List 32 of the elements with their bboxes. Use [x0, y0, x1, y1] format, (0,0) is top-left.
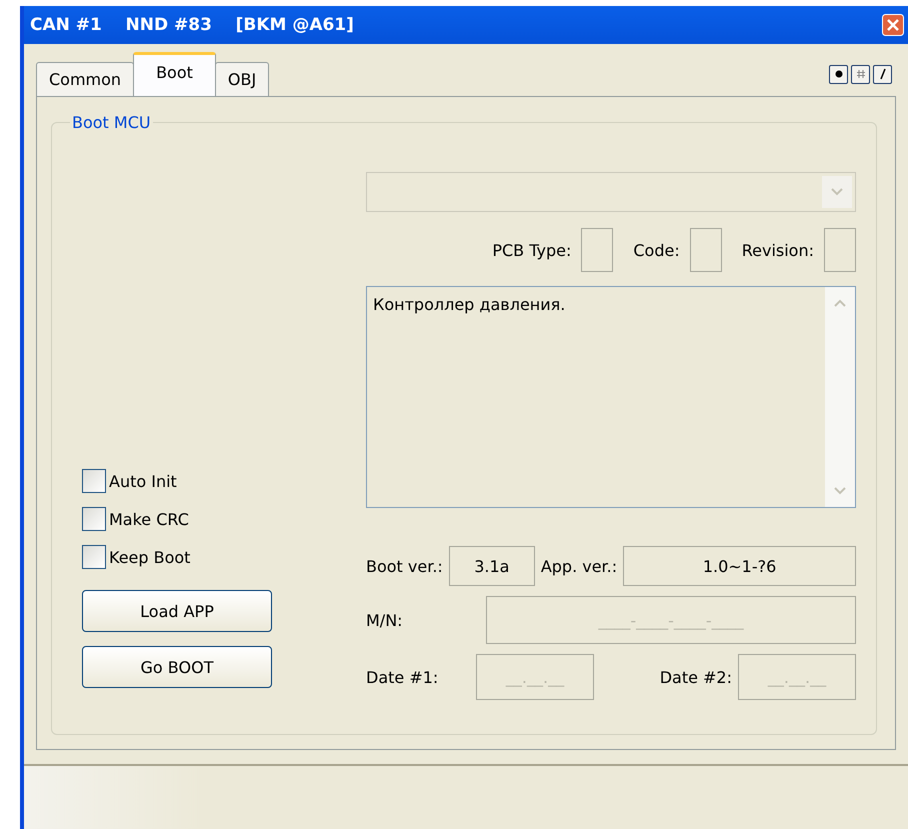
close-icon[interactable]	[882, 14, 904, 36]
checkbox[interactable]	[82, 469, 106, 493]
checkbox[interactable]	[82, 507, 106, 531]
input-field[interactable]	[690, 228, 722, 272]
group-title: Boot MCU	[71, 113, 152, 132]
view-button[interactable]	[873, 64, 892, 84]
description-box[interactable]: Контроллер давления.	[366, 286, 856, 508]
field-label: Revision:	[742, 240, 814, 260]
field-label: Boot ver.:	[366, 556, 443, 576]
tab[interactable]: Boot	[133, 52, 216, 96]
action-button[interactable]: Go BOOT	[82, 646, 272, 688]
checkbox[interactable]	[82, 545, 106, 569]
tab[interactable]: OBJ	[214, 62, 270, 96]
field-label: App. ver.:	[540, 556, 618, 576]
field-label: M/N:	[366, 610, 404, 630]
view-button[interactable]	[829, 64, 848, 84]
input-field[interactable]	[581, 228, 614, 272]
input-field[interactable]: 3.1a	[448, 546, 535, 586]
window-title: CAN #1 NND #83 [BKM @A61]	[30, 15, 354, 35]
field-label: Date #1:	[366, 668, 440, 686]
input-field[interactable]: 1.0~1-?6	[623, 546, 856, 586]
field-label: Date #2:	[660, 668, 732, 686]
description-text: Контроллер давления.	[372, 294, 566, 316]
checkbox-label: Auto Init	[109, 472, 177, 490]
field-label: Code:	[633, 240, 680, 260]
input-field[interactable]	[824, 228, 856, 272]
tab[interactable]: Common	[36, 62, 134, 96]
view-button[interactable]	[851, 64, 870, 84]
checkbox-label: Keep Boot	[109, 548, 190, 566]
checkbox-label: Make CRC	[109, 510, 189, 528]
field-label: PCB Type:	[492, 240, 572, 260]
action-button[interactable]: Load APP	[82, 590, 272, 632]
